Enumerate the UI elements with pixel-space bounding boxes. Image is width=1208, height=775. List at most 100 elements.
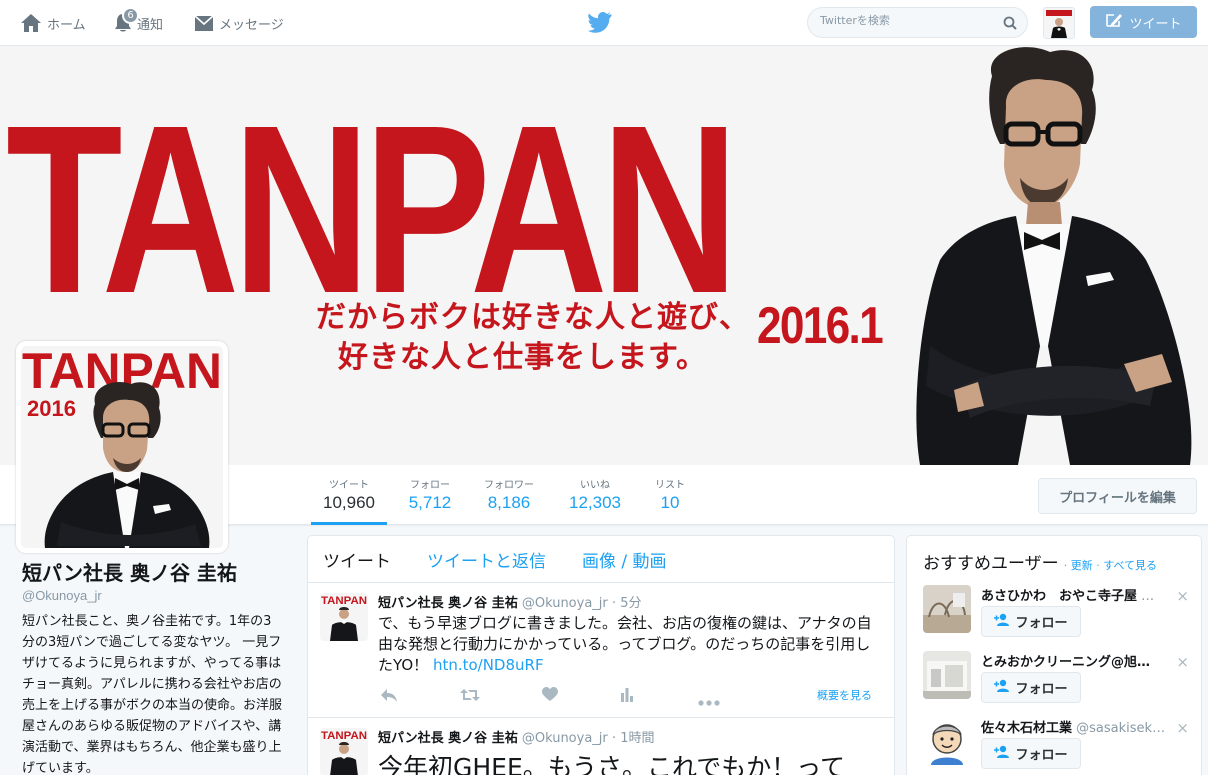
suggested-user: 佐々木石材工業 @sasakisek… × フォロー [923,717,1193,773]
banner-tagline-line-1: だからボクは好きな人と遊び、 [316,301,750,334]
follow-button[interactable]: フォロー [981,606,1081,637]
stat-lists[interactable]: リスト 10 [646,465,694,525]
banner-title: TANPAN [6,75,739,344]
account-avatar[interactable] [1043,7,1075,39]
tweet-avatar-label: TANPAN [321,595,367,607]
edit-profile-button[interactable]: プロフィールを編集 [1038,478,1197,514]
follow-user-icon [994,745,1010,762]
tweet-author-handle[interactable]: @Okunoya_jr [522,596,608,611]
tweet-author-handle[interactable]: @Okunoya_jr [522,731,608,746]
profile-card: 短パン社長 奥ノ谷 圭祐 @Okunoya_jr 短パン社長こと、奥ノ谷圭祐です… [22,560,284,775]
search-icon[interactable] [1003,15,1017,34]
envelope-icon [194,14,214,32]
suggested-user-name[interactable]: 佐々木石材工業 @sasakisek… [981,717,1167,736]
stat-tweets[interactable]: ツイート 10,960 [311,465,387,525]
tweet-actions: 概要を見る [380,687,884,707]
timeline: ツイート ツイートと返信 画像 / 動画 TANPAN 短パン社長 奥ノ谷 圭祐… [307,535,895,775]
suggested-user-avatar[interactable] [923,717,971,765]
view-summary-link[interactable]: 概要を見る [817,687,872,703]
like-heart-icon[interactable] [542,687,558,706]
stat-label: ツイート [329,480,369,491]
stat-followers[interactable]: フォロワー 8,186 [474,465,544,525]
tweet-header: 短パン社長 奥ノ谷 圭祐 @Okunoya_jr · 5分 [378,592,882,611]
dismiss-icon[interactable]: × [1176,719,1189,737]
separator: · [1096,559,1100,572]
refresh-link[interactable]: 更新 [1071,559,1093,572]
timeline-tabs: ツイート ツイートと返信 画像 / 動画 [308,536,894,583]
retweet-icon[interactable] [460,687,480,707]
search-box[interactable] [807,7,1028,38]
twitter-bird-icon[interactable] [587,11,612,37]
nav-messages-label: メッセージ [219,17,284,33]
tweet-item[interactable]: TANPAN 短パン社長 奥ノ谷 圭祐 @Okunoya_jr · 5分 で、も… [308,583,894,718]
tab-media[interactable]: 画像 / 動画 [582,547,667,572]
stat-label: フォロワー [484,480,534,491]
tweet-text: で、もう早速ブログに書きました。会社、お店の復権の鍵は、アナタの自由な発想と行動… [378,613,882,676]
tweet-separator: · [611,596,617,611]
suggested-user-avatar[interactable] [923,585,971,633]
follow-button[interactable]: フォロー [981,738,1081,769]
stat-following[interactable]: フォロー 5,712 [399,465,461,525]
follow-button-label: フォロー [1015,682,1068,697]
stat-value: 5,712 [408,493,452,512]
notification-badge: 6 [122,7,139,24]
stat-value: 10 [660,493,680,512]
stat-label: フォロー [410,480,450,491]
tab-tweets-and-replies[interactable]: ツイートと返信 [427,547,546,572]
follow-button-label: フォロー [1015,616,1068,631]
home-icon [20,13,42,33]
nav-home-label: ホーム [47,17,86,33]
view-all-link[interactable]: すべて見る [1103,559,1157,572]
follow-user-icon [994,613,1010,630]
banner-tagline: だからボクは好きな人と遊び、 好きな人と仕事をします。 [316,298,750,378]
tweet-link[interactable]: htn.to/ND8uRF [433,656,544,674]
stat-likes[interactable]: いいね 12,303 [562,465,628,525]
tweet-avatar-label: TANPAN [321,730,367,742]
follow-button[interactable]: フォロー [981,672,1081,703]
nav-home[interactable]: ホーム [20,0,86,46]
stat-value: 12,303 [569,493,621,512]
nav-notifications-label: 通知 [137,17,164,33]
dismiss-icon[interactable]: × [1176,653,1189,671]
compose-icon [1105,12,1123,32]
suggested-user-handle: @sasakisek… [1076,721,1166,736]
suggested-user-name[interactable]: あさひかわ おやこ寺子屋 … [981,585,1167,604]
suggested-user-display-name: 佐々木石材工業 [981,721,1073,736]
banner-date: 2016.1 [757,297,884,355]
search-input[interactable] [820,14,1000,27]
tweet-author-name[interactable]: 短パン社長 奥ノ谷 圭祐 [378,596,518,611]
tweet-time[interactable]: 1時間 [620,731,654,746]
tweet-text: 今年初GHEE。もうさ。これでもか！って [378,753,846,775]
profile-avatar[interactable]: TANPAN 2016 [16,341,228,553]
profile-name[interactable]: 短パン社長 奥ノ谷 圭祐 [22,560,284,586]
who-to-follow-title: おすすめユーザー [923,554,1059,574]
stat-label: リスト [655,480,685,491]
tweet-avatar[interactable]: TANPAN [320,728,368,775]
suggested-user-avatar[interactable] [923,651,971,699]
nav-messages[interactable]: メッセージ [194,0,284,46]
banner-tagline-line-2: 好きな人と仕事をします。 [338,341,707,374]
suggested-user: とみおかクリーニング@旭… × フォロー [923,651,1193,707]
avatar-year: 2016 [27,396,76,421]
compose-tweet-button[interactable]: ツイート [1090,6,1197,38]
profile-bio: 短パン社長こと、奥ノ谷圭祐です。1年の3分の3短パンで過ごしてる変なヤツ。 一見… [22,614,283,775]
dismiss-icon[interactable]: × [1176,587,1189,605]
tweet-avatar[interactable]: TANPAN [320,593,368,641]
stat-value: 8,186 [487,493,531,512]
who-to-follow: おすすめユーザー · 更新 · すべて見る あさひかわ おやこ寺子屋 … × フ… [906,535,1202,775]
follow-user-icon [994,679,1010,696]
tweet-time[interactable]: 5分 [620,596,641,611]
top-navigation: ホーム 6 通知 メッセージ ツイート [0,0,1208,46]
tweet-author-name[interactable]: 短パン社長 奥ノ谷 圭祐 [378,731,518,746]
more-options-icon[interactable] [698,691,720,710]
tab-tweets[interactable]: ツイート [323,547,391,572]
stat-label: いいね [580,480,610,491]
stat-value: 10,960 [323,493,375,512]
profile-handle[interactable]: @Okunoya_jr [22,588,284,603]
nav-notifications[interactable]: 6 通知 [114,0,163,46]
analytics-icon[interactable] [620,687,634,706]
tweet-separator: · [611,731,617,746]
reply-icon[interactable] [380,687,398,707]
suggested-user-name[interactable]: とみおかクリーニング@旭… [981,651,1167,670]
tweet-item[interactable]: TANPAN 短パン社長 奥ノ谷 圭祐 @Okunoya_jr · 1時間 今年… [308,718,894,775]
